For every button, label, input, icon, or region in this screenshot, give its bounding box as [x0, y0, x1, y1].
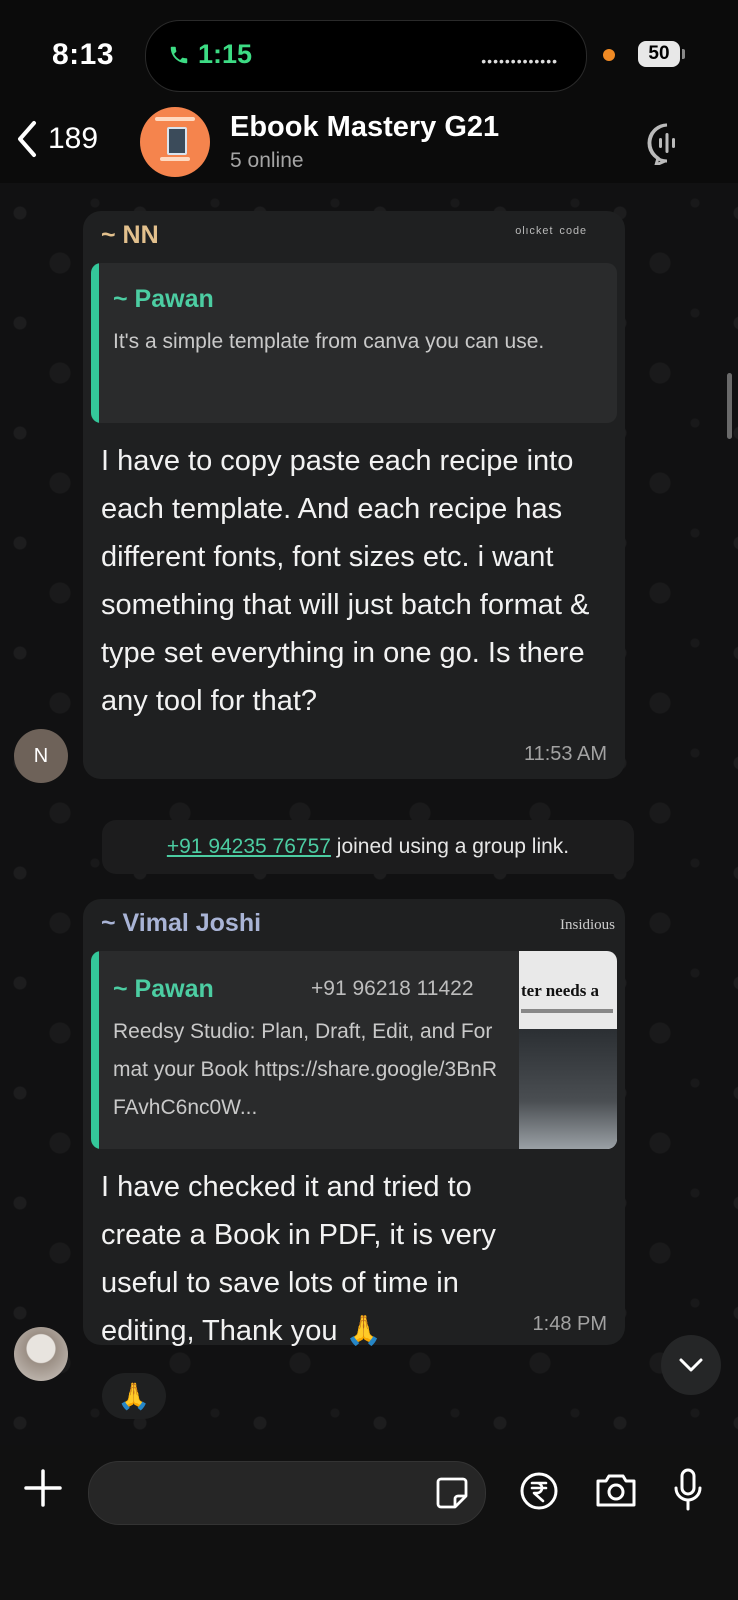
reaction-emoji: 🙏 [117, 1381, 151, 1411]
avatar-banner [155, 117, 195, 121]
avatar-book [167, 127, 187, 155]
scrollbar[interactable] [727, 373, 732, 439]
plus-icon [24, 1469, 62, 1507]
chat-area[interactable]: ~ NN ᵒˡᶦᶜᵏᵉᵗ ᶜᵒᵈᵉ ~ Pawan It's a simple … [0, 183, 738, 1445]
avatar-initial: N [33, 745, 49, 767]
message-bubble[interactable]: ~ Vimal Joshi Insidious ~ Pawan +91 9621… [83, 899, 625, 1347]
payment-button[interactable] [519, 1471, 559, 1516]
sender-name[interactable]: ~ Vimal Joshi [101, 909, 261, 938]
clock: 8:13 [52, 38, 115, 71]
quote-phone: +91 96218 11422 [311, 977, 474, 1000]
group-name[interactable]: Ebook Mastery G21 [230, 111, 499, 144]
avatar-caption [160, 157, 190, 161]
back-chevron-icon [18, 121, 36, 157]
message-text: I have to copy paste each recipe into ea… [101, 445, 590, 717]
voice-chat-button[interactable] [645, 121, 689, 170]
back-button[interactable]: 189 [14, 119, 98, 159]
scroll-down-icon [679, 1358, 703, 1372]
quote-bar [91, 951, 99, 1149]
rupee-icon [520, 1472, 558, 1510]
message-input[interactable] [109, 1472, 413, 1514]
link-thumbnail[interactable]: ter needs a [519, 951, 617, 1149]
message-time: 1:48 PM [532, 1313, 607, 1335]
thumbnail-photo [519, 1029, 617, 1149]
chat-header: 189 Ebook Mastery G21 5 online [0, 105, 738, 183]
attach-button[interactable] [22, 1467, 64, 1514]
waveform-dots: ••••••••••••• [481, 53, 558, 69]
unread-count: 189 [48, 122, 99, 155]
system-message: +91 94235 76757 joined using a group lin… [102, 820, 634, 874]
message-input-container[interactable] [88, 1461, 486, 1525]
sender-tag: Insidious [559, 917, 615, 933]
battery-icon: 50 [638, 41, 685, 67]
avatar[interactable] [14, 1327, 68, 1381]
message-bubble[interactable]: ~ NN ᵒˡᶦᶜᵏᵉᵗ ᶜᵒᵈᵉ ~ Pawan It's a simple … [83, 211, 625, 779]
group-avatar[interactable] [140, 107, 210, 177]
privacy-indicator [603, 49, 615, 61]
camera-button[interactable] [594, 1471, 638, 1514]
dynamic-island[interactable]: 1:15 ••••••••••••• [145, 20, 587, 92]
quote-text: It's a simple template from canva you ca… [113, 330, 545, 353]
call-indicator[interactable]: 1:15 [168, 39, 252, 70]
mic-icon [674, 1468, 702, 1511]
avatar[interactable]: N [14, 729, 68, 783]
camera-icon [596, 1474, 636, 1507]
voice-chat-icon [647, 123, 675, 168]
quote-sender: ~ Pawan [113, 975, 214, 1003]
message-text: I have checked it and tried to create a … [101, 1171, 496, 1347]
reaction-pill[interactable]: 🙏 [102, 1373, 166, 1419]
phone-icon [170, 46, 188, 63]
sender-name[interactable]: ~ NN [101, 221, 159, 250]
scroll-down-button[interactable] [661, 1335, 721, 1395]
message-time: 11:53 AM [523, 743, 607, 765]
quote-bar [91, 263, 99, 423]
system-text: joined using a group link. [336, 835, 570, 858]
quoted-message[interactable]: ~ Pawan It's a simple template from canv… [91, 263, 617, 423]
call-timer: 1:15 [198, 39, 253, 69]
thumbnail-subline [521, 1009, 613, 1013]
sender-tag: ᵒˡᶦᶜᵏᵉᵗ ᶜᵒᵈᵉ [515, 225, 587, 242]
thumbnail-headline: ter needs a [521, 981, 600, 1000]
joined-phone-link[interactable]: +91 94235 76757 [167, 835, 331, 858]
quote-text: Reedsy Studio: Plan, Draft, Edit, and Fo… [113, 1020, 498, 1119]
battery-level: 50 [648, 43, 670, 64]
quoted-message[interactable]: ~ Pawan +91 96218 11422 Reedsy Studio: P… [91, 951, 617, 1149]
composer-bar [0, 1445, 738, 1600]
online-status: 5 online [230, 149, 304, 172]
sticker-button[interactable] [435, 1476, 469, 1515]
voice-message-button[interactable] [672, 1467, 704, 1518]
sticker-icon [436, 1477, 468, 1509]
quote-sender: ~ Pawan [113, 285, 214, 313]
status-bar: 8:13 1:15 ••••••••••••• 50 [0, 0, 738, 105]
